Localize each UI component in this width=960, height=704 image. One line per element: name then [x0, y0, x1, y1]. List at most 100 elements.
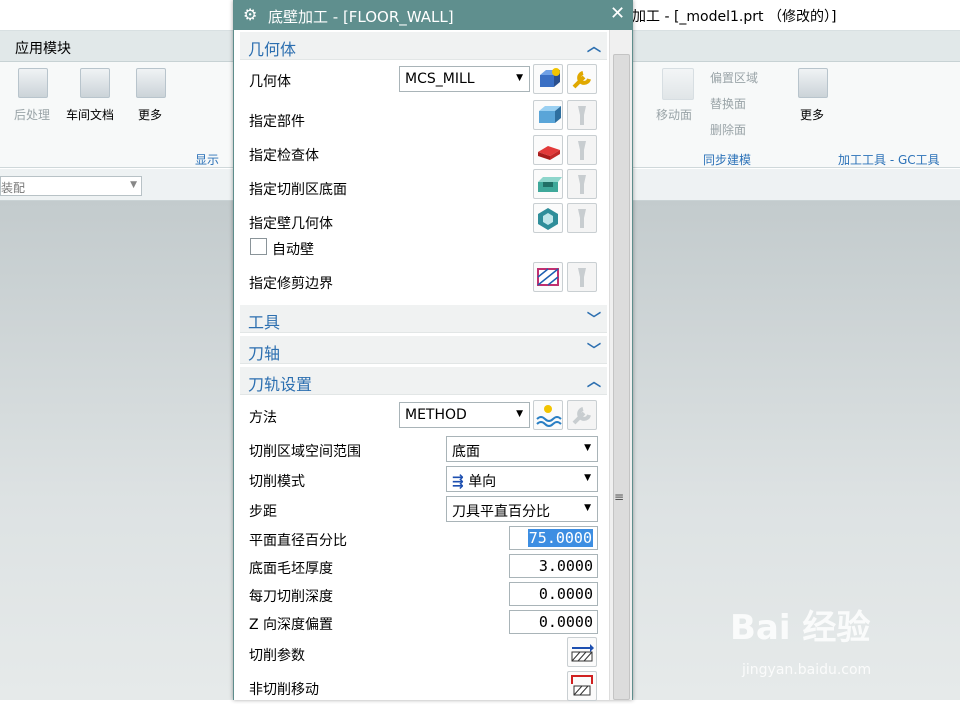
cut-pattern-select-value: 单向: [468, 474, 497, 490]
new-geometry-icon: [540, 68, 560, 87]
depth-per-cut-label: 每刀切削深度: [249, 589, 333, 605]
wrench-icon: [572, 407, 591, 425]
geometry-select-value: MCS_MILL: [405, 71, 475, 87]
geometry-select[interactable]: MCS_MILL ▼: [399, 66, 530, 92]
show-wall-button[interactable]: [567, 203, 597, 233]
shop-doc-icon: [80, 68, 110, 98]
depth-per-cut-value: 0.0000: [538, 585, 593, 603]
chevron-down-icon: ▼: [584, 473, 591, 483]
post-button[interactable]: 后处理: [14, 106, 50, 123]
sync-group-label: 同步建模: [703, 153, 752, 167]
post-icon: [18, 68, 48, 98]
menu-tab-applications[interactable]: 应用模块: [15, 38, 71, 58]
method-select[interactable]: METHOD ▼: [399, 402, 530, 428]
specify-trim-button[interactable]: [533, 262, 563, 292]
cut-params-button[interactable]: [567, 637, 597, 667]
dialog-title-bar[interactable]: ⚙ 底壁加工 - [FLOOR_WALL] ✕: [234, 0, 632, 30]
stepover-select-value: 刀具平直百分比: [452, 504, 550, 520]
flat-diameter-percent-input[interactable]: 75.0000: [509, 526, 598, 550]
floor-stock-input[interactable]: 3.0000: [509, 554, 598, 578]
scrollbar-thumb[interactable]: [613, 54, 630, 700]
more2-button[interactable]: 更多: [800, 106, 824, 123]
floor-wall-dialog: ⚙ 底壁加工 - [FLOOR_WALL] ✕ ≡ 几何体 ︿ 几何体 MCS_…: [233, 0, 633, 701]
show-part-button[interactable]: [567, 100, 597, 130]
offset-region-button[interactable]: 偏置区域: [710, 69, 758, 86]
auto-wall-label: 自动壁: [272, 242, 314, 258]
zig-icon: ⇶: [452, 474, 464, 490]
chevron-down-icon[interactable]: ﹀: [587, 309, 601, 329]
assembly-combo[interactable]: 装配 ▼: [0, 176, 142, 196]
chevron-up-icon[interactable]: ︿: [587, 371, 601, 391]
new-method-button[interactable]: [533, 400, 563, 430]
floor-stock-value: 3.0000: [538, 557, 593, 575]
display-group-label: 显示: [195, 153, 220, 167]
part-icon: [539, 106, 561, 123]
specify-check-label: 指定检查体: [249, 148, 319, 164]
stepover-select[interactable]: 刀具平直百分比 ▼: [446, 496, 598, 522]
new-method-icon: [536, 405, 562, 427]
specify-floor-label: 指定切削区底面: [249, 182, 347, 198]
assembly-combo-value: 装配: [1, 181, 26, 195]
z-depth-offset-input[interactable]: 0.0000: [509, 610, 598, 634]
non-cut-moves-icon: [571, 675, 593, 696]
cut-space-label: 切削区域空间范围: [249, 444, 361, 460]
cut-space-select[interactable]: 底面 ▼: [446, 436, 598, 462]
section-geometry[interactable]: 几何体 ︿: [240, 32, 607, 60]
chevron-down-icon[interactable]: ﹀: [587, 340, 601, 360]
method-label: 方法: [249, 410, 277, 426]
section-path-settings-title: 刀轨设置: [248, 375, 313, 394]
specify-wall-label: 指定壁几何体: [249, 216, 333, 232]
check-body-icon: [538, 146, 560, 160]
edit-method-button[interactable]: [567, 400, 597, 430]
flashlight-icon: [578, 268, 586, 287]
non-cut-moves-button[interactable]: [567, 671, 597, 701]
chevron-down-icon: ▼: [130, 180, 137, 190]
section-path-settings[interactable]: 刀轨设置 ︿: [240, 367, 607, 395]
specify-wall-button[interactable]: [533, 203, 563, 233]
cut-space-select-value: 底面: [452, 444, 480, 460]
chevron-down-icon: ▼: [516, 409, 523, 419]
section-tool[interactable]: 工具 ﹀: [240, 305, 607, 333]
flat-diameter-percent-value: 75.0000: [527, 529, 593, 547]
cut-pattern-select[interactable]: ⇶ 单向 ▼: [446, 466, 598, 492]
geometry-label: 几何体: [249, 74, 291, 90]
shop-doc-button[interactable]: 车间文档: [66, 106, 114, 123]
specify-part-button[interactable]: [533, 100, 563, 130]
section-geometry-title: 几何体: [248, 40, 297, 59]
specify-floor-button[interactable]: [533, 169, 563, 199]
trim-boundary-icon: [537, 268, 559, 286]
method-select-value: METHOD: [405, 407, 467, 423]
flashlight-icon: [578, 106, 586, 125]
show-floor-button[interactable]: [567, 169, 597, 199]
specify-trim-label: 指定修剪边界: [249, 276, 333, 292]
flat-diameter-percent-label: 平面直径百分比: [249, 533, 347, 549]
delete-face-button[interactable]: 删除面: [710, 121, 746, 138]
show-trim-button[interactable]: [567, 262, 597, 292]
new-geometry-button[interactable]: [533, 64, 563, 94]
stepover-label: 步距: [249, 504, 277, 520]
gear-icon: ⚙: [243, 5, 258, 24]
section-tool-axis-title: 刀轴: [248, 344, 281, 363]
flashlight-icon: [578, 209, 586, 228]
wall-icon: [538, 208, 558, 230]
cut-params-label: 切削参数: [249, 648, 305, 664]
depth-per-cut-input[interactable]: 0.0000: [509, 582, 598, 606]
move-face-button[interactable]: 移动面: [656, 106, 692, 123]
cut-params-icon: [571, 644, 594, 662]
dialog-scrollbar[interactable]: ≡: [609, 30, 632, 700]
more-icon: [136, 68, 166, 98]
edit-geometry-button[interactable]: [567, 64, 597, 94]
z-depth-offset-label: Z 向深度偏置: [249, 617, 334, 633]
app-title: 加工 - [_model1.prt （修改的）]: [632, 9, 837, 25]
more-button[interactable]: 更多: [138, 106, 162, 123]
cut-pattern-label: 切削模式: [249, 474, 305, 490]
specify-check-button[interactable]: [533, 135, 563, 165]
move-face-icon: [662, 68, 694, 100]
auto-wall-checkbox[interactable]: [250, 238, 267, 255]
close-icon[interactable]: ✕: [610, 3, 625, 24]
section-tool-axis[interactable]: 刀轴 ﹀: [240, 336, 607, 364]
show-check-button[interactable]: [567, 135, 597, 165]
replace-face-button[interactable]: 替换面: [710, 95, 746, 112]
chevron-up-icon[interactable]: ︿: [587, 36, 601, 56]
specify-part-label: 指定部件: [249, 114, 305, 130]
